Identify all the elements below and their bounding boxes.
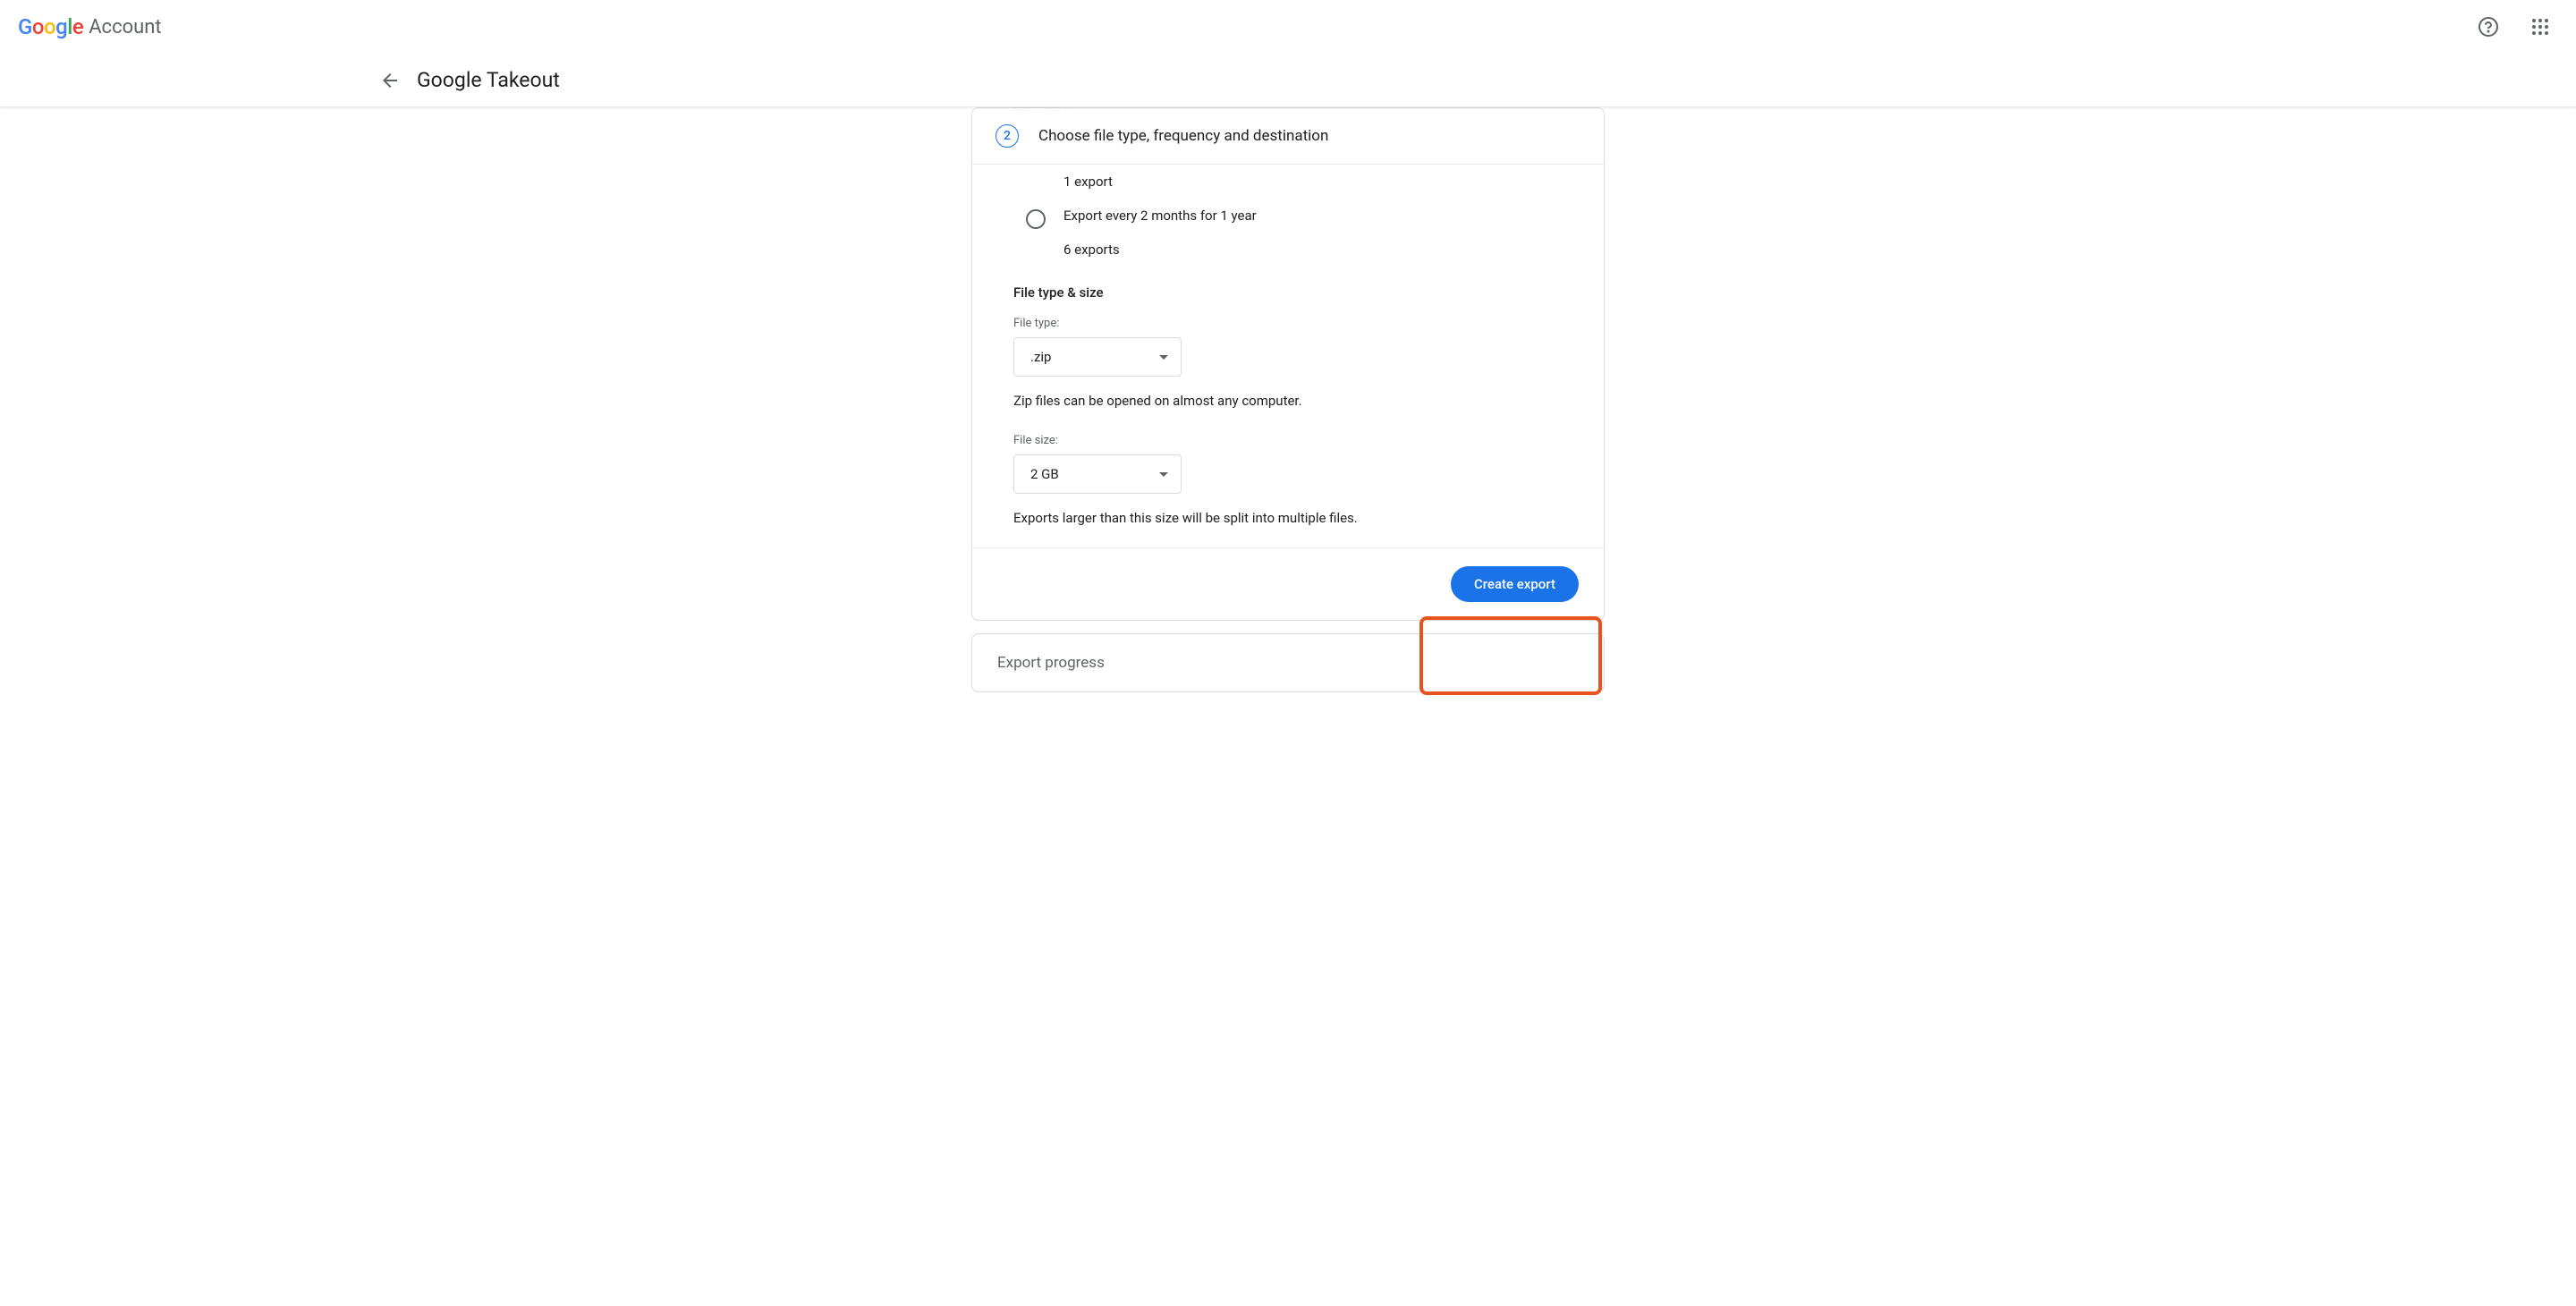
top-header: Google Account <box>0 0 2576 54</box>
logo-section: Google Account <box>18 14 162 39</box>
radio-option-2[interactable]: Export every 2 months for 1 year <box>1013 208 1563 229</box>
file-type-help: Zip files can be opened on almost any co… <box>1013 393 1563 409</box>
account-label: Account <box>89 16 161 38</box>
content-area: Send download link via email When your f… <box>0 107 2576 692</box>
option1-count: 1 export <box>1063 174 1563 190</box>
chevron-down-icon <box>1159 355 1168 360</box>
step-header: 2 Choose file type, frequency and destin… <box>972 108 1604 165</box>
progress-card: Export progress <box>971 633 1605 692</box>
card-body: 1 export Export every 2 months for 1 yea… <box>972 174 1604 526</box>
chevron-down-icon <box>1159 472 1168 477</box>
page-title: Google Takeout <box>417 68 560 92</box>
step-number-badge: 2 <box>996 124 1019 148</box>
google-logo[interactable]: Google <box>18 14 83 39</box>
file-size-help: Exports larger than this size will be sp… <box>1013 510 1563 526</box>
file-size-dropdown[interactable]: 2 GB <box>1013 454 1182 494</box>
file-type-value: .zip <box>1030 349 1051 365</box>
option2-count: 6 exports <box>1063 242 1563 258</box>
apps-grid-icon[interactable] <box>2522 9 2558 45</box>
progress-title: Export progress <box>997 654 1579 672</box>
file-type-label: File type: <box>1013 317 1563 330</box>
file-size-value: 2 GB <box>1030 466 1059 482</box>
file-type-dropdown[interactable]: .zip <box>1013 337 1182 377</box>
file-size-label: File size: <box>1013 434 1563 447</box>
step-title: Choose file type, frequency and destinat… <box>1038 127 1328 145</box>
card-footer: Create export <box>972 547 1604 620</box>
radio-circle-icon[interactable] <box>1026 209 1046 229</box>
back-button[interactable] <box>372 63 408 98</box>
option2-label: Export every 2 months for 1 year <box>1063 208 1257 224</box>
sub-header: Google Takeout <box>0 54 2576 107</box>
filetype-section-title: File type & size <box>1013 284 1563 301</box>
main-card: 2 Choose file type, frequency and destin… <box>971 107 1605 621</box>
header-icons <box>2470 9 2558 45</box>
create-export-button[interactable]: Create export <box>1451 566 1579 602</box>
help-icon[interactable] <box>2470 9 2506 45</box>
